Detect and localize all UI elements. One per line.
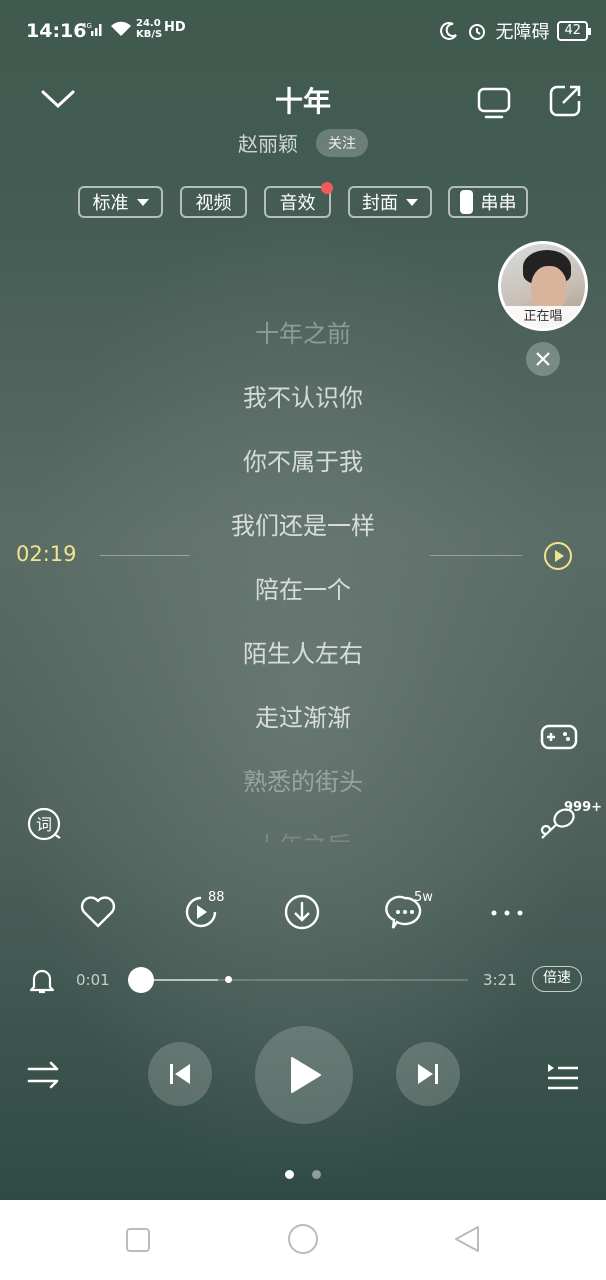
progress-marker — [225, 976, 232, 983]
more-icon[interactable] — [488, 892, 528, 932]
status-time: 14:16 — [26, 20, 87, 42]
play-icon — [291, 1057, 321, 1093]
close-icon — [536, 352, 550, 366]
hd-badge: HD — [164, 20, 186, 35]
like-heart-icon[interactable] — [78, 892, 118, 932]
network-speed: 24.0 KB/S — [136, 18, 163, 40]
comment-count-badge: 5w — [414, 890, 433, 905]
home-circle-icon[interactable] — [286, 1222, 320, 1256]
option-chips: 标准 视频 音效 封面 串串 — [0, 182, 606, 220]
lyric-line: 我们还是一样 — [231, 512, 375, 540]
lyric-line: 你不属于我 — [243, 448, 363, 476]
lyric-line: 走过渐渐 — [255, 704, 351, 732]
bell-icon[interactable] — [28, 965, 56, 995]
lyric-line: 十年之前 — [255, 320, 351, 348]
status-right: 无障碍 42 — [439, 18, 591, 44]
seek-line-left — [100, 555, 190, 556]
chip-video[interactable]: 视频 — [180, 186, 247, 218]
wifi-icon — [111, 21, 131, 36]
gamepad-icon[interactable] — [540, 720, 578, 754]
previous-icon — [170, 1064, 190, 1084]
network-type: 4G — [82, 22, 92, 30]
song-title: 十年 — [274, 85, 331, 118]
chip-sound-effect[interactable]: 音效 — [264, 182, 333, 218]
chip-quality[interactable]: 标准 — [78, 186, 163, 218]
next-icon — [418, 1064, 438, 1084]
play-order-icon[interactable] — [26, 1058, 62, 1092]
notification-dot — [321, 182, 333, 194]
page-dot — [312, 1170, 321, 1179]
artist-row: 赵丽颖 关注 — [0, 128, 606, 157]
playlist-icon[interactable] — [544, 1060, 580, 1092]
moon-icon — [440, 22, 458, 40]
progress-thumb[interactable] — [128, 967, 154, 993]
spotlight-badge: 999+ — [564, 800, 603, 815]
lyric-line: 我不认识你 — [243, 384, 363, 412]
alarm-icon — [469, 24, 486, 40]
download-icon[interactable] — [282, 892, 322, 932]
follow-button[interactable]: 关注 — [316, 128, 368, 157]
mv-count-badge: 88 — [208, 890, 225, 905]
system-nav-bar — [0, 1200, 606, 1280]
playback-controls — [0, 1026, 606, 1126]
signal-icon: 4G — [82, 21, 132, 37]
seek-time-label: 02:19 — [16, 542, 77, 566]
action-row: 88 5w — [0, 890, 606, 936]
status-bar: 14:16 4G 24.0 KB/S HD 无障碍 42 — [0, 0, 606, 62]
share-icon[interactable] — [548, 84, 582, 118]
lyric-line: 十年之后 — [0, 826, 606, 842]
lyric-line: 熟悉的街头 — [243, 768, 363, 796]
current-time: 0:01 — [76, 971, 110, 989]
back-triangle-icon[interactable] — [452, 1224, 482, 1254]
lyric-icon: 词 — [27, 807, 61, 841]
artist-name[interactable]: 赵丽颖 — [238, 128, 298, 157]
accessibility-label: 无障碍 — [495, 22, 550, 43]
total-time: 3:21 — [483, 971, 517, 989]
seek-play-icon[interactable] — [543, 541, 573, 571]
previous-button[interactable] — [148, 1042, 212, 1106]
page-dot-active — [285, 1170, 294, 1179]
lyric-line: 陌生人左右 — [243, 640, 363, 668]
dropdown-caret-icon — [136, 198, 149, 206]
seek-line-right — [430, 555, 522, 556]
chip-cover[interactable]: 封面 — [348, 186, 432, 218]
toggle-icon — [459, 190, 473, 214]
recents-square-icon[interactable] — [124, 1226, 152, 1254]
tv-cast-icon[interactable] — [476, 86, 512, 120]
svg-text:词: 词 — [36, 815, 52, 834]
playback-speed-button[interactable]: 倍速 — [532, 966, 582, 992]
battery-indicator: 42 — [557, 21, 591, 41]
page-indicator — [0, 1170, 606, 1182]
dropdown-caret-icon — [406, 198, 418, 206]
play-button[interactable] — [255, 1026, 353, 1124]
player-screen: 14:16 4G 24.0 KB/S HD 无障碍 42 十年 赵丽颖 关注 标… — [0, 0, 606, 1200]
progress-track[interactable] — [128, 976, 468, 983]
chip-chuanchuan[interactable]: 串串 — [448, 186, 528, 218]
lyric-line: 陪在一个 — [255, 576, 351, 604]
lyric-settings-button[interactable]: 词 — [26, 806, 64, 844]
next-button[interactable] — [396, 1042, 460, 1106]
progress-row: 0:01 3:21 倍速 — [0, 962, 606, 998]
